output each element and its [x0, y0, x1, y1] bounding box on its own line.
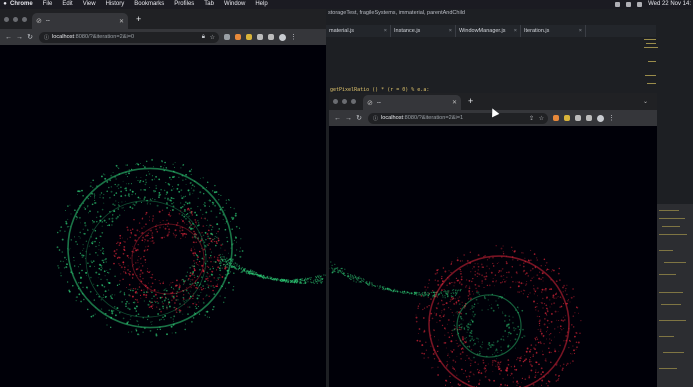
close-icon[interactable]: ✕	[452, 99, 457, 106]
reload-icon[interactable]: ↻	[356, 114, 362, 122]
browser-window-left: ⊘ -- ✕ + ← → ↻ ⓘ localhost:8080/?&iterat…	[0, 9, 326, 387]
chevron-down-icon[interactable]: ⌄	[643, 98, 648, 105]
metamask-icon[interactable]	[553, 115, 559, 121]
editor-tab-label: Iteration.js	[524, 28, 550, 34]
editor-breadcrumb: storageTest, fragileSystems, immaterial,…	[328, 10, 465, 16]
new-tab-icon[interactable]: +	[468, 96, 473, 106]
browser-window-right: ⊘ -- ✕ + ⌄ ← → ↻ ⓘ localhost:8080/?&iter…	[329, 93, 657, 387]
lock-open-icon[interactable]: 🔒︎	[202, 34, 205, 41]
menu-icon[interactable]: ⋮	[608, 114, 615, 122]
sidepanel-icon[interactable]	[268, 34, 274, 40]
particle-scene-left	[56, 158, 326, 337]
vue-devtools-icon[interactable]	[564, 115, 570, 121]
apple-icon[interactable]: ●	[0, 0, 10, 9]
battery-icon[interactable]	[626, 2, 632, 7]
close-icon[interactable]: ×	[579, 25, 582, 37]
menubar-clock[interactable]: Wed 22 Nov 14:	[648, 0, 691, 9]
browser-tab[interactable]: ⊘ -- ✕	[363, 95, 461, 110]
menu-icon[interactable]: ⋮	[290, 33, 297, 41]
status-area: Wed 22 Nov 14:	[615, 0, 691, 9]
browser-tab[interactable]: ⊘ -- ✕	[32, 13, 128, 29]
editor-tab-material[interactable]: material.js ×	[326, 25, 391, 37]
menu-view[interactable]: View	[83, 0, 96, 9]
forward-icon[interactable]: →	[345, 115, 352, 122]
tab-title: --	[45, 18, 50, 24]
vue-devtools-icon[interactable]	[246, 34, 252, 40]
profile-icon[interactable]	[279, 33, 286, 41]
globe-icon: ⊘	[367, 99, 373, 107]
menu-edit[interactable]: Edit	[62, 0, 72, 9]
tab-title: --	[376, 99, 381, 106]
lock-icon[interactable]: ⓘ	[373, 115, 378, 122]
menu-bar: ● Chrome File Edit View History Bookmark…	[0, 0, 693, 9]
new-tab-icon[interactable]: +	[136, 14, 141, 24]
puzzle-icon[interactable]	[575, 115, 581, 121]
forward-icon[interactable]: →	[16, 34, 23, 41]
address-bar[interactable]: ⓘ localhost:8080/?&iteration=2&i=1 ⇪ ☆	[368, 112, 548, 124]
url-path: :8080/?&iteration=2&i=0	[74, 34, 135, 40]
menu-window[interactable]: Window	[224, 0, 245, 9]
star-icon[interactable]: ☆	[210, 34, 215, 41]
menu-profiles[interactable]: Profiles	[174, 0, 194, 9]
close-icon[interactable]: ×	[384, 25, 387, 37]
editor-side-panel[interactable]	[656, 204, 693, 387]
webgl-canvas-left[interactable]	[0, 45, 326, 387]
close-icon[interactable]: ✕	[119, 18, 124, 25]
tab-strip: ⊘ -- ✕ +	[0, 9, 326, 29]
browser-toolbar: ← → ↻ ⓘ localhost:8080/?&iteration=2&i=0…	[0, 29, 326, 45]
close-icon[interactable]: ×	[514, 25, 517, 37]
reload-icon[interactable]: ↻	[27, 33, 33, 41]
star-icon[interactable]: ☆	[539, 115, 544, 122]
close-icon[interactable]: ×	[449, 25, 452, 37]
editor-tab-instance[interactable]: Instance.js ×	[391, 25, 456, 37]
puzzle-icon[interactable]	[257, 34, 263, 40]
window-controls[interactable]	[4, 17, 27, 22]
editor-tab-label: material.js	[329, 28, 355, 34]
globe-icon: ⊘	[36, 18, 42, 25]
sidepanel-icon[interactable]	[586, 115, 592, 121]
editor-tab-label: WindowManager.js	[459, 28, 506, 34]
editor-tabbar: material.js × Instance.js × WindowManager.…	[326, 25, 656, 37]
url-path: :8080/?&iteration=2&i=1	[403, 115, 464, 121]
back-icon[interactable]: ←	[334, 115, 341, 122]
window-controls[interactable]	[333, 99, 356, 104]
menu-help[interactable]: Help	[255, 0, 267, 9]
url-host: localhost	[381, 115, 404, 121]
profile-icon[interactable]	[597, 114, 604, 122]
particle-scene-right	[329, 245, 582, 387]
metamask-icon[interactable]	[235, 34, 241, 40]
url-host: localhost	[52, 34, 75, 40]
menu-history[interactable]: History	[106, 0, 125, 9]
extension-icon[interactable]	[224, 34, 230, 40]
editor-tab-windowmanager[interactable]: WindowManager.js ×	[456, 25, 521, 37]
menu-file[interactable]: File	[43, 0, 53, 9]
webgl-canvas-right[interactable]	[329, 126, 657, 387]
menu-tab[interactable]: Tab	[204, 0, 214, 9]
editor-tab-iteration[interactable]: Iteration.js ×	[521, 25, 586, 37]
menu-bookmarks[interactable]: Bookmarks	[134, 0, 164, 9]
menu-app-name[interactable]: Chrome	[10, 0, 33, 9]
share-icon[interactable]: ⇪	[529, 115, 534, 122]
wifi-icon[interactable]	[615, 2, 621, 7]
editor-tab-label: Instance.js	[394, 28, 421, 34]
back-icon[interactable]: ←	[5, 34, 12, 41]
control-center-icon[interactable]	[637, 2, 643, 7]
lock-icon[interactable]: ⓘ	[44, 34, 49, 41]
address-bar[interactable]: ⓘ localhost:8080/?&iteration=2&i=0 🔒︎ ☆	[39, 31, 219, 43]
